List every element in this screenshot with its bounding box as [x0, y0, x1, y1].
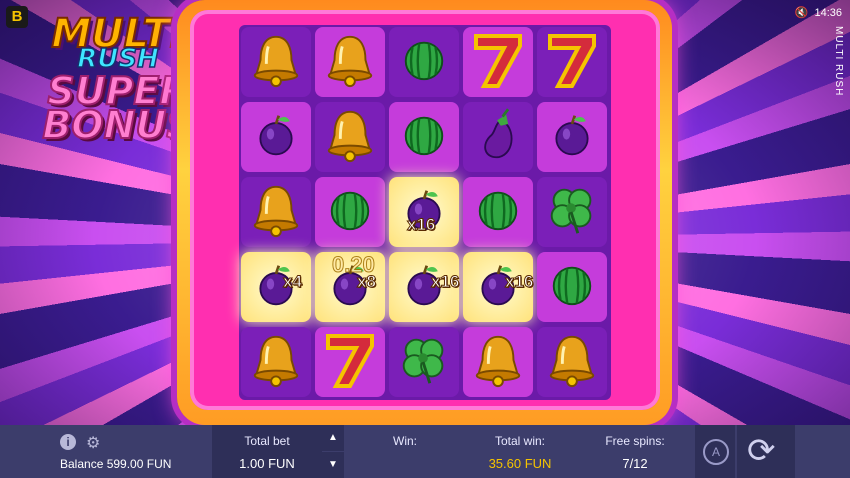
total-win-value: 35.60 FUN — [488, 456, 552, 471]
reel-cell-clover — [537, 177, 607, 247]
total-bet-value: 1.00 FUN — [239, 456, 295, 471]
reel-cell-bell — [241, 27, 311, 97]
autoplay-icon: A — [703, 439, 729, 465]
clock: 14:36 — [814, 6, 842, 19]
reel-cell-watermelon — [389, 27, 459, 97]
spin-icon: ⟳ — [747, 432, 776, 470]
free-spins-section: Free spins: 7/12 — [590, 425, 680, 478]
reel-cell-bell — [241, 177, 311, 247]
seven-icon — [467, 28, 529, 97]
info-section: i ⚙ Balance 599.00 FUN — [0, 425, 212, 478]
bet-decrease-button[interactable]: ▼ — [322, 452, 344, 478]
plum-icon — [253, 112, 299, 163]
reel-cell-seven — [315, 327, 385, 397]
reel-cell-seven — [537, 27, 607, 97]
watermelon-icon — [548, 261, 596, 314]
watermelon-icon — [400, 111, 448, 164]
balance-text: Balance 599.00 FUN — [60, 457, 172, 471]
center-win-amount: 0.20 — [332, 252, 376, 278]
reel-cell-bell — [537, 327, 607, 397]
seven-icon — [541, 28, 603, 97]
bell-icon — [247, 331, 305, 394]
win-section: Win: — [360, 425, 450, 478]
reel-cell-watermelon — [389, 102, 459, 172]
gear-icon[interactable]: ⚙ — [86, 433, 100, 453]
reel-cell-watermelon — [315, 177, 385, 247]
reel-cell-bell — [463, 327, 533, 397]
free-spins-value: 7/12 — [622, 456, 648, 471]
reel-cell-clover — [389, 327, 459, 397]
multiplier-label: x16 — [406, 215, 436, 235]
seven-icon — [319, 328, 381, 397]
watermelon-icon — [474, 186, 522, 239]
bet-increase-button[interactable]: ▲ — [322, 425, 344, 452]
total-bet-section: Total bet 1.00 FUN — [212, 425, 322, 478]
bell-icon — [247, 31, 305, 94]
brand-logo: B — [6, 6, 28, 28]
autoplay-button[interactable]: A — [695, 425, 735, 478]
bet-stepper: ▲ ▼ — [322, 425, 344, 478]
bottom-bar: i ⚙ Balance 599.00 FUN Total bet 1.00 FU… — [0, 425, 850, 478]
watermelon-icon — [326, 186, 374, 239]
multiplier-label: x16 — [430, 272, 460, 292]
total-win-section: Total win: 35.60 FUN — [470, 425, 570, 478]
bell-icon — [543, 331, 601, 394]
reel-grid: x16 x4 x8 x16 x16 — [239, 25, 611, 400]
reel-cell-watermelon — [537, 252, 607, 322]
multiplier-label: x4 — [283, 272, 303, 292]
bell-icon — [321, 106, 379, 169]
eggplant-icon — [475, 107, 521, 168]
reel-cell-bell — [241, 327, 311, 397]
bell-icon — [469, 331, 527, 394]
clover-icon — [395, 331, 453, 394]
bell-icon — [247, 181, 305, 244]
bell-icon — [321, 31, 379, 94]
spin-button[interactable]: ⟳ — [737, 425, 795, 478]
total-win-label: Total win: — [494, 434, 546, 448]
reel-cell-watermelon — [463, 177, 533, 247]
mute-icon[interactable]: 🔇 — [795, 6, 809, 19]
total-bet-label: Total bet — [244, 434, 290, 448]
reel-cell-plum — [537, 102, 607, 172]
logo-line-bonus: BONUS — [41, 103, 194, 147]
reel-cell-plum — [241, 102, 311, 172]
reel-cell-bell — [315, 27, 385, 97]
reel-cell-seven — [463, 27, 533, 97]
watermelon-icon — [400, 36, 448, 89]
reel-cell-plum — [389, 177, 459, 247]
free-spins-label: Free spins: — [605, 434, 665, 448]
win-label: Win: — [393, 434, 417, 448]
reel-cell-eggplant — [463, 102, 533, 172]
side-game-title: MULTI RUSH — [833, 26, 844, 97]
info-icon[interactable]: i — [60, 434, 76, 450]
game-logo: MULTI RUSH SUPER BONUS — [38, 13, 198, 147]
reel-cell-bell — [315, 102, 385, 172]
clover-icon — [543, 181, 601, 244]
status-area: 🔇 14:36 — [795, 6, 842, 20]
multiplier-label: x16 — [504, 272, 534, 292]
plum-icon — [549, 112, 595, 163]
